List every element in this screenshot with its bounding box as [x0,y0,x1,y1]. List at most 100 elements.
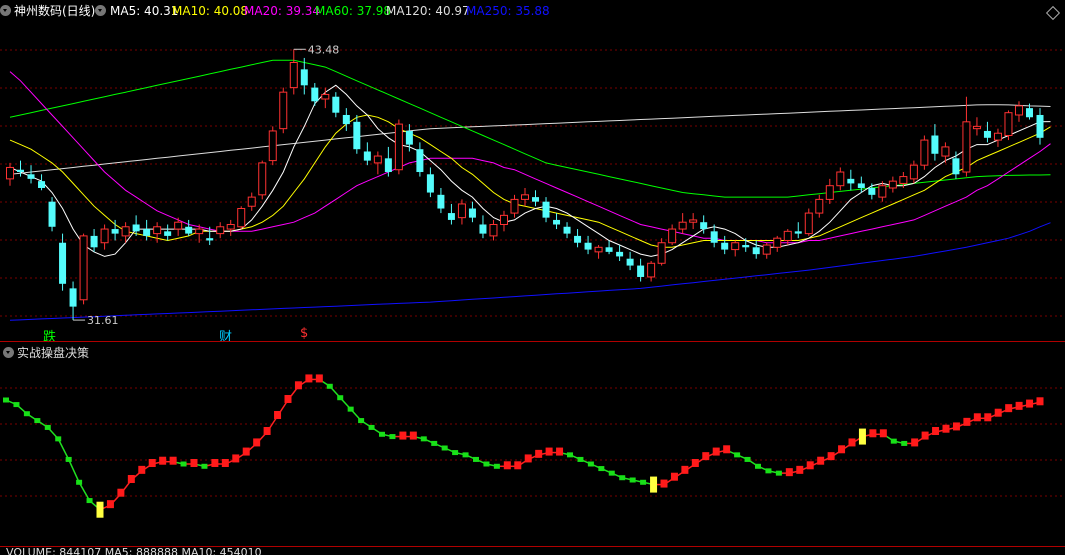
candle-body [553,219,561,225]
indicator-point-up [305,374,313,383]
event-marker-dollar[interactable]: $ [300,326,308,341]
candle-body [332,96,340,113]
candlestick-chart[interactable]: 43.48 31.61 [0,22,1065,342]
indicator-point-up [409,431,417,440]
candle-body [373,155,382,164]
indicator-point-up [221,459,229,467]
candle-body [38,181,46,188]
candle-body [920,139,929,166]
indicator-point-up [963,417,971,426]
candle-body [174,221,183,230]
volume-label: VOLUME: 844107 MA5: 888888 MA10: 454010 [6,547,262,555]
candle-body [405,130,413,145]
indicator-point-up [169,456,177,465]
indicator-point-up [952,422,960,431]
indicator-point-up [399,431,407,440]
candle-body [972,125,981,130]
candle-body [689,219,698,223]
indicator-point-down [567,452,573,458]
indicator-point-up [660,479,668,488]
indicator-point-down [389,434,396,440]
ma10-label: MA10: 40.08 [172,4,249,18]
candle-body [836,171,845,187]
indicator-point-down [55,436,62,442]
candle-body [1025,108,1033,118]
indicator-point-down [483,461,490,467]
signal-marker [858,428,866,445]
indicator-point-up [723,445,731,454]
candle-body [468,208,476,218]
indicator-point-up [681,465,689,474]
indicator-point-up [994,408,1002,417]
indicator-point-down [744,456,751,462]
indicator-point-down [598,466,605,472]
indicator-point-down [890,438,897,444]
candle-body [931,135,939,154]
indicator-point-down [180,461,187,467]
candle-body [48,201,56,227]
indicator-point-down [13,402,20,408]
candle-body [710,231,718,243]
candle-body [1036,114,1044,138]
candle-body [489,223,498,237]
panel-separator[interactable] [0,341,1065,342]
candle-body [773,237,782,248]
low-price-label: 31.61 [87,314,119,327]
indicator-line-segment [67,459,80,483]
panel-menu-icon[interactable] [0,5,11,16]
candle-body [721,242,729,250]
indicator-point-up [284,395,292,403]
indicator-point-up [827,452,835,461]
candle-body [616,251,624,257]
indicator-point-up [670,472,678,481]
indicator-point-down [734,452,741,458]
candle-body [100,228,109,244]
candle-body [888,180,897,189]
candle-body [195,228,204,235]
ma-menu-icon[interactable] [95,5,106,16]
candle-body [825,185,834,200]
candle-body [394,123,403,171]
candle-body [700,222,708,230]
candle-body [962,121,971,173]
indicator-point-up [1015,401,1023,410]
indicator-point-up [869,429,877,438]
indicator-point-down [326,383,333,389]
indicator-point-down [629,477,636,483]
candle-body [17,169,25,173]
indicator-point-up [263,427,271,435]
indicator-line-segment [57,438,70,460]
indicator-title: 实战操盘决策 [17,346,90,360]
stock-title: 神州数码(日线) [14,4,96,18]
candle-body [532,197,540,202]
candle-body [657,242,666,264]
indicator-point-up [242,447,250,456]
indicator-point-up [796,465,804,474]
event-marker-finance[interactable]: 财 [219,326,232,345]
indicator-point-up [806,461,814,470]
candle-body [605,247,613,252]
indicator-point-up [545,447,553,456]
indicator-chart[interactable] [0,360,1065,542]
indicator-point-down [420,436,427,442]
indicator-point-up [148,459,156,467]
candle-body [993,132,1002,141]
indicator-point-down [379,431,385,437]
candle-body [153,226,162,235]
candle-body [574,235,582,243]
candle-body [794,231,802,234]
candle-body [143,229,151,236]
indicator-point-up [817,456,825,465]
indicator-point-up [785,468,793,477]
candle-body [647,262,656,278]
indicator-point-up [1026,399,1034,408]
indicator-point-up [973,413,981,422]
candle-body [353,121,361,150]
candle-body [279,91,288,130]
indicator-point-down [86,498,93,504]
event-marker-fall[interactable]: 跌 [43,326,56,345]
indicator-menu-icon[interactable] [3,347,14,358]
ma5-line [9,84,1051,257]
indicator-point-up [535,449,543,458]
ma250-label: MA250: 35.88 [466,4,550,18]
